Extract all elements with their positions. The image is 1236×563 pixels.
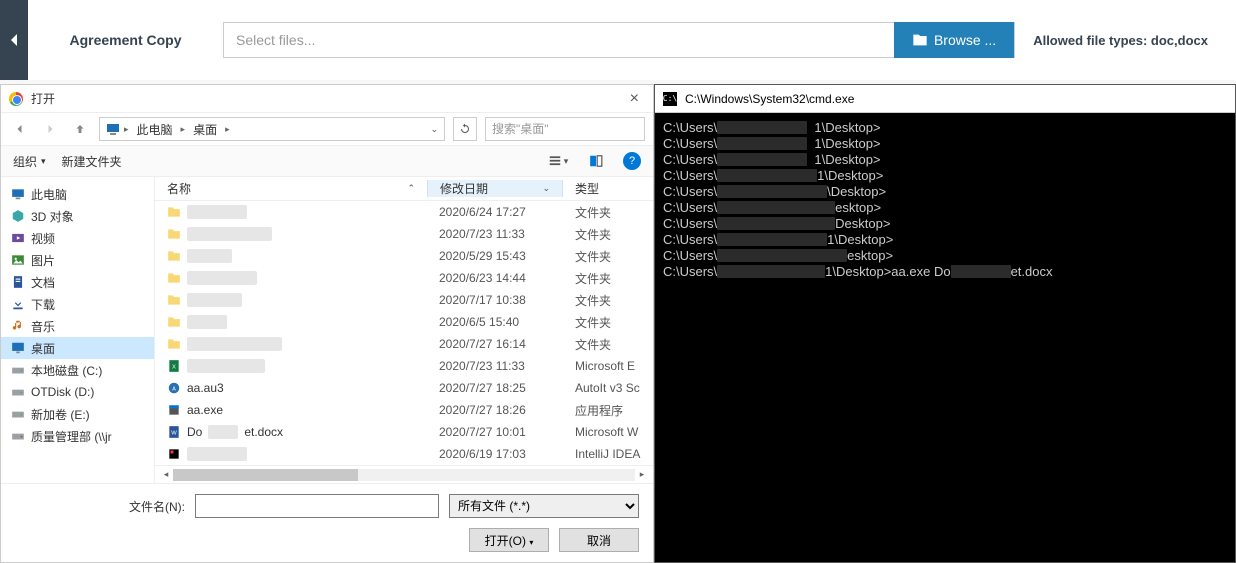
file-row[interactable]: 2020/7/17 10:38文件夹 xyxy=(155,289,653,311)
tree-item-download[interactable]: 下载 xyxy=(1,293,154,315)
cmd-titlebar: C:\ C:\Windows\System32\cmd.exe xyxy=(655,85,1235,113)
cmd-title-text: C:\Windows\System32\cmd.exe xyxy=(685,92,854,106)
file-list-headers: 名称⌃ 修改日期⌄ 类型 xyxy=(155,177,653,201)
svg-text:W: W xyxy=(171,430,177,436)
file-row[interactable]: 2020/5/29 15:43文件夹 xyxy=(155,245,653,267)
tree-item-desktop[interactable]: 桌面 xyxy=(1,337,154,359)
chevron-left-icon xyxy=(11,34,17,46)
new-folder-button[interactable]: 新建文件夹 xyxy=(62,153,122,170)
help-button[interactable]: ? xyxy=(623,152,641,170)
chevron-right-icon: ▸ xyxy=(124,124,129,135)
cancel-button[interactable]: 取消 xyxy=(559,528,639,552)
cmd-line: C:\Users\esktop> xyxy=(663,247,1227,263)
tree-item-video[interactable]: 视频 xyxy=(1,227,154,249)
breadcrumb-folder[interactable]: 桌面 xyxy=(189,121,221,138)
dialog-title: 打开 xyxy=(31,90,55,107)
cmd-line: C:\Users\1\Desktop>aa.exe Doet.docx xyxy=(663,263,1227,279)
sort-indicator-icon: ⌃ xyxy=(407,183,415,194)
file-row[interactable]: 2020/6/19 17:03IntelliJ IDEA xyxy=(155,443,653,465)
tree-item-netdrive[interactable]: 质量管理部 (\\jr xyxy=(1,425,154,447)
folder-open-icon xyxy=(912,32,928,48)
file-row[interactable]: 2020/6/5 15:40文件夹 xyxy=(155,311,653,333)
chevron-right-icon: ▸ xyxy=(225,124,230,135)
file-filter-select[interactable]: 所有文件 (*.*) xyxy=(449,494,639,518)
dialog-titlebar: 打开 × xyxy=(1,85,653,113)
cmd-line: C:\Users\esktop> xyxy=(663,199,1227,215)
nav-back-button[interactable] xyxy=(9,118,31,140)
collapse-sidebar-button[interactable] xyxy=(0,0,28,80)
tree-item-drive[interactable]: 新加卷 (E:) xyxy=(1,403,154,425)
chrome-icon xyxy=(9,92,23,106)
file-row[interactable]: aa.exe2020/7/27 18:26应用程序 xyxy=(155,399,653,421)
open-button[interactable]: 打开(O) ▾ xyxy=(469,528,549,552)
file-row[interactable]: Aaa.au32020/7/27 18:25AutoIt v3 Sc xyxy=(155,377,653,399)
tree-item-doc[interactable]: 文档 xyxy=(1,271,154,293)
dialog-footer: 文件名(N): 所有文件 (*.*) 打开(O) ▾ 取消 xyxy=(1,483,653,562)
file-row[interactable]: 2020/7/23 11:33文件夹 xyxy=(155,223,653,245)
scroll-thumb[interactable] xyxy=(173,469,358,481)
tree-item-music[interactable]: 音乐 xyxy=(1,315,154,337)
header-date[interactable]: 修改日期⌄ xyxy=(427,180,563,197)
nav-forward-button[interactable] xyxy=(39,118,61,140)
file-row[interactable]: 2020/6/23 14:44文件夹 xyxy=(155,267,653,289)
cmd-line: C:\Users\1\Desktop> xyxy=(663,231,1227,247)
cmd-line: C:\Users\1\Desktop> xyxy=(663,167,1227,183)
organize-button[interactable]: 组织 ▾ xyxy=(13,153,46,170)
upload-bar: Agreement Copy Browse ... Allowed file t… xyxy=(0,0,1236,80)
cmd-line: C:\Users\\Desktop> xyxy=(663,183,1227,199)
search-input[interactable] xyxy=(485,117,645,141)
pc-icon xyxy=(106,122,120,136)
chevron-down-icon: ⌄ xyxy=(542,183,550,194)
file-list-rows: 2020/6/24 17:27文件夹2020/7/23 11:33文件夹2020… xyxy=(155,201,653,465)
tree-item-drive[interactable]: 本地磁盘 (C:) xyxy=(1,359,154,381)
dialog-nav: ▸ 此电脑 ▸ 桌面 ▸ ⌄ xyxy=(1,113,653,145)
file-row[interactable]: 2020/6/24 17:27文件夹 xyxy=(155,201,653,223)
allowed-file-types-label: Allowed file types: doc,docx xyxy=(1033,33,1236,48)
file-row[interactable]: 2020/7/27 16:14文件夹 xyxy=(155,333,653,355)
close-button[interactable]: × xyxy=(624,90,645,108)
cmd-line: C:\Users\ 1\Desktop> xyxy=(663,119,1227,135)
cmd-line: C:\Users\ 1\Desktop> xyxy=(663,151,1227,167)
tree-item-drive[interactable]: OTDisk (D:) xyxy=(1,381,154,403)
upload-field: Browse ... xyxy=(223,22,1015,58)
breadcrumb[interactable]: ▸ 此电脑 ▸ 桌面 ▸ ⌄ xyxy=(99,117,445,141)
breadcrumb-root[interactable]: 此电脑 xyxy=(133,121,177,138)
refresh-button[interactable] xyxy=(453,117,477,141)
view-details-button[interactable]: ▾ xyxy=(547,150,569,172)
svg-text:X: X xyxy=(172,364,176,370)
tree-item-3d[interactable]: 3D 对象 xyxy=(1,205,154,227)
file-list-panel: 名称⌃ 修改日期⌄ 类型 2020/6/24 17:27文件夹2020/7/23… xyxy=(155,177,653,483)
file-row[interactable]: WDoet.docx2020/7/27 10:01Microsoft W xyxy=(155,421,653,443)
tree-item-pc[interactable]: 此电脑 xyxy=(1,183,154,205)
cmd-icon: C:\ xyxy=(663,92,677,106)
header-type[interactable]: 类型 xyxy=(563,180,653,197)
nav-up-button[interactable] xyxy=(69,118,91,140)
cmd-window: C:\ C:\Windows\System32\cmd.exe C:\Users… xyxy=(654,84,1236,563)
filename-input[interactable] xyxy=(195,494,439,518)
chevron-right-icon: ▸ xyxy=(181,124,186,135)
file-open-dialog: 打开 × ▸ 此电脑 ▸ 桌面 ▸ ⌄ 组织 ▾ 新建文件夹 ▾ xyxy=(0,84,654,563)
cmd-line: C:\Users\Desktop> xyxy=(663,215,1227,231)
browse-button[interactable]: Browse ... xyxy=(894,22,1014,58)
browse-button-label: Browse ... xyxy=(934,32,996,48)
chevron-down-icon[interactable]: ⌄ xyxy=(430,124,438,135)
upload-file-input[interactable] xyxy=(224,23,895,57)
cmd-output[interactable]: C:\Users\ 1\Desktop>C:\Users\ 1\Desktop>… xyxy=(655,113,1235,562)
cmd-line: C:\Users\ 1\Desktop> xyxy=(663,135,1227,151)
header-name[interactable]: 名称⌃ xyxy=(155,180,427,197)
tree-item-image[interactable]: 图片 xyxy=(1,249,154,271)
horizontal-scrollbar[interactable]: ◂ ▸ xyxy=(155,465,653,483)
filename-label: 文件名(N): xyxy=(15,498,185,515)
folder-tree: 此电脑3D 对象视频图片文档下载音乐桌面本地磁盘 (C:)OTDisk (D:)… xyxy=(1,177,155,483)
svg-text:A: A xyxy=(172,386,176,392)
upload-field-label: Agreement Copy xyxy=(28,32,223,48)
file-row[interactable]: X2020/7/23 11:33Microsoft E xyxy=(155,355,653,377)
preview-pane-button[interactable] xyxy=(585,150,607,172)
scroll-right-icon[interactable]: ▸ xyxy=(635,468,649,482)
scroll-left-icon[interactable]: ◂ xyxy=(159,468,173,482)
dialog-toolbar: 组织 ▾ 新建文件夹 ▾ ? xyxy=(1,145,653,177)
